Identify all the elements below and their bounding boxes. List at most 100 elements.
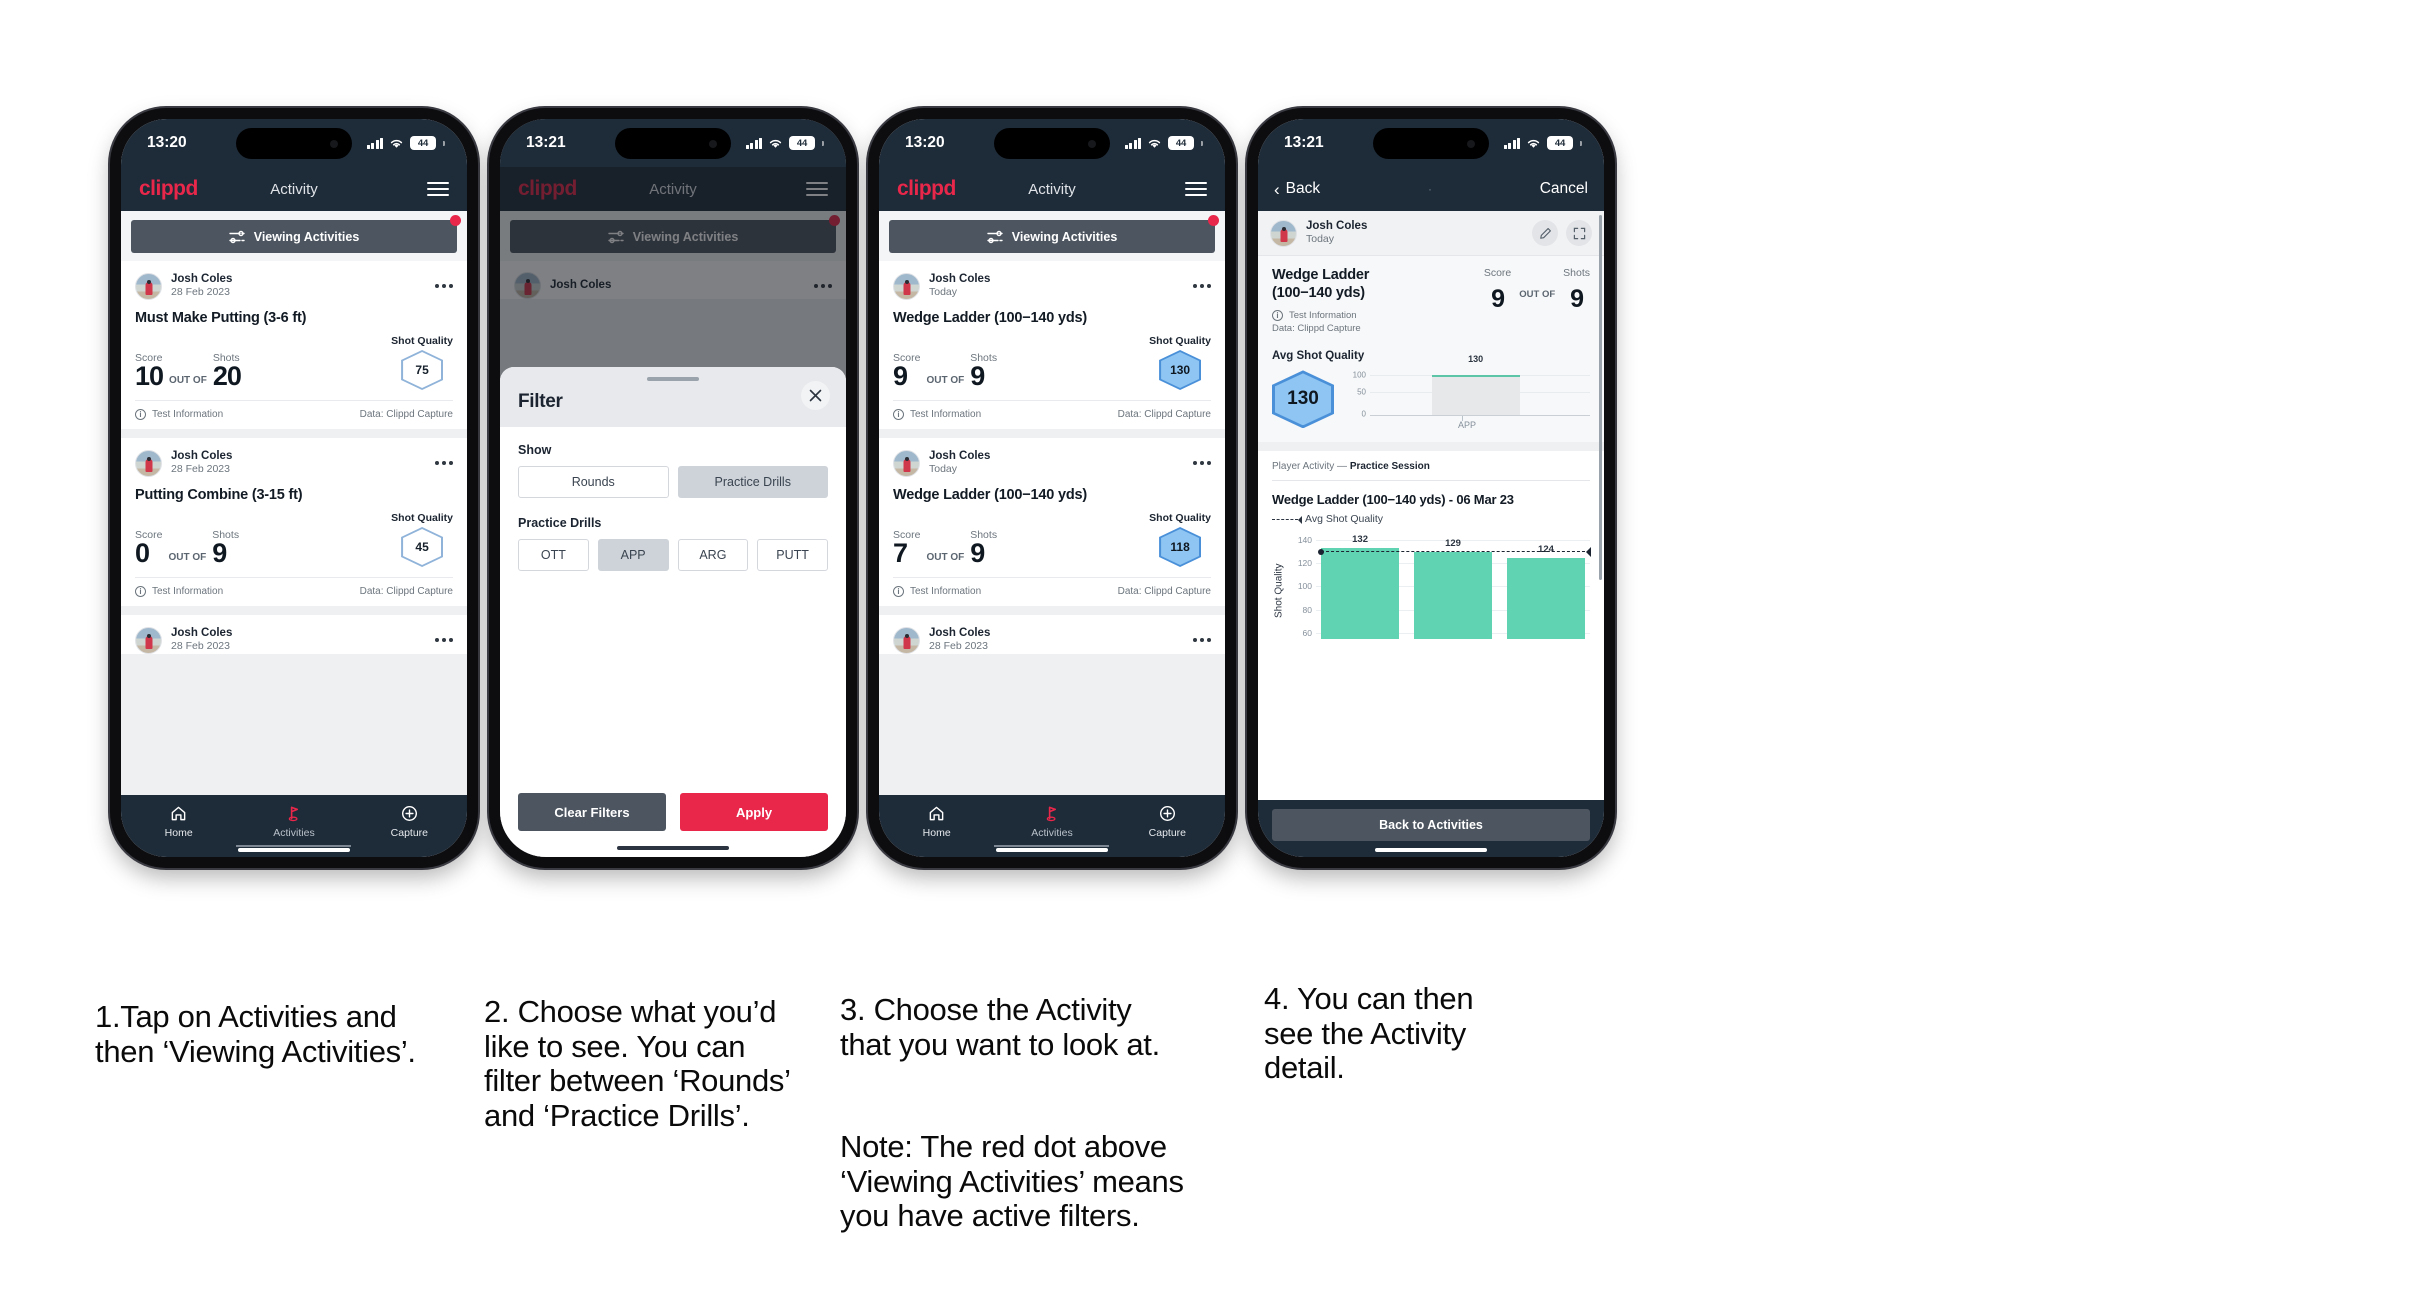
tab-home[interactable]: Home bbox=[879, 804, 994, 839]
clear-filters-button[interactable]: Clear Filters bbox=[518, 793, 666, 831]
pencil-icon[interactable] bbox=[1532, 220, 1558, 246]
info-icon: i bbox=[893, 409, 904, 421]
wifi-icon bbox=[768, 138, 783, 149]
card-stats: Score 7 OUT OF Shots 9 Shot Quality 118 bbox=[893, 505, 1211, 577]
avatar bbox=[135, 449, 162, 477]
caption-step-2: 2. Choose what you’d like to see. You ca… bbox=[484, 994, 791, 1134]
activity-date: 28 Feb 2023 bbox=[929, 640, 988, 653]
battery-tip-icon bbox=[443, 140, 445, 146]
chip-ott[interactable]: OTT bbox=[518, 539, 589, 571]
bar-3: 124 bbox=[1507, 544, 1585, 640]
tab-label: Home bbox=[922, 826, 951, 839]
phone-4-activity-detail: 13:21 44 ‹ Back · Cancel Josh Coles Toda… bbox=[1247, 108, 1615, 868]
phone-screen: 13:20 44 clippd Activity Viewing Activit… bbox=[121, 119, 467, 857]
activity-card[interactable]: Josh Coles 28 Feb 2023 Putting Combine (… bbox=[121, 438, 467, 607]
phone-2-filter-modal: 13:21 44 clippd Activity bbox=[489, 108, 857, 868]
shots-label: Shots bbox=[212, 529, 240, 542]
card-overflow-menu-icon[interactable] bbox=[435, 457, 453, 469]
battery-level: 44 bbox=[410, 136, 436, 150]
card-header: Josh Coles Today bbox=[893, 449, 1211, 477]
activity-card[interactable]: Josh Coles 28 Feb 2023 bbox=[879, 615, 1225, 655]
test-information[interactable]: i Test Information bbox=[135, 586, 223, 598]
card-divider bbox=[121, 429, 467, 439]
activity-card[interactable]: Josh Coles 28 Feb 2023 bbox=[121, 615, 467, 655]
segment-practice-drills[interactable]: Practice Drills bbox=[677, 466, 828, 498]
activity-card[interactable]: Josh Coles 28 Feb 2023 Must Make Putting… bbox=[121, 261, 467, 430]
tab-home[interactable]: Home bbox=[121, 804, 236, 839]
hamburger-menu-icon[interactable] bbox=[1185, 181, 1207, 197]
card-divider bbox=[121, 606, 467, 616]
card-overflow-menu-icon[interactable] bbox=[1193, 280, 1211, 292]
chart-y-ticks: 140 120 100 80 60 bbox=[1288, 533, 1312, 639]
detail-title: Wedge Ladder (100−140 yds) bbox=[1272, 267, 1370, 301]
test-information[interactable]: i Test Information bbox=[1272, 310, 1476, 322]
back-label: Back bbox=[1285, 180, 1321, 197]
caption-step-1: 1.Tap on Activities and then ‘Viewing Ac… bbox=[95, 999, 416, 1069]
tab-capture[interactable]: Capture bbox=[1110, 804, 1225, 839]
shot-quality-value: 130 bbox=[1161, 352, 1200, 389]
card-user: Josh Coles Today bbox=[893, 272, 990, 300]
home-indicator bbox=[238, 848, 350, 852]
activity-feed[interactable]: Josh Coles 28 Feb 2023 Must Make Putting… bbox=[121, 261, 467, 795]
test-information[interactable]: i Test Information bbox=[135, 409, 223, 421]
legend-label: Avg Shot Quality bbox=[1305, 513, 1384, 526]
shots-value: 9 bbox=[1570, 285, 1584, 314]
activity-card[interactable]: Josh Coles Today Wedge Ladder (100−140 y… bbox=[879, 261, 1225, 430]
tab-capture[interactable]: Capture bbox=[352, 804, 467, 839]
shot-quality-label: Shot Quality bbox=[1149, 512, 1211, 525]
viewing-activities-button[interactable]: Viewing Activities bbox=[889, 220, 1215, 253]
filter-bar-container: Viewing Activities bbox=[121, 211, 467, 261]
activity-card[interactable]: Josh Coles Today Wedge Ladder (100−140 y… bbox=[879, 438, 1225, 607]
viewing-activities-button[interactable]: Viewing Activities bbox=[131, 220, 457, 253]
y-tick: 50 bbox=[1357, 387, 1366, 397]
scrollbar[interactable] bbox=[1599, 215, 1602, 581]
y-tick: 0 bbox=[1361, 409, 1366, 419]
out-of-label: OUT OF bbox=[926, 375, 965, 387]
score-block: Score 0 bbox=[135, 529, 162, 567]
card-header: Josh Coles 28 Feb 2023 bbox=[135, 272, 453, 300]
chip-putt[interactable]: PUTT bbox=[757, 539, 828, 571]
cellular-signal-icon bbox=[366, 137, 383, 149]
y-tick: 100 bbox=[1297, 581, 1312, 592]
bar-label: 129 bbox=[1445, 537, 1461, 549]
shots-label: Shots bbox=[970, 352, 998, 365]
back-to-activities-button[interactable]: Back to Activities bbox=[1272, 809, 1590, 841]
status-indicators: 44 bbox=[1503, 136, 1582, 150]
activity-feed[interactable]: Josh Coles Today Wedge Ladder (100−140 y… bbox=[879, 261, 1225, 795]
tab-activities[interactable]: Activities bbox=[994, 804, 1109, 839]
wifi-icon bbox=[389, 138, 404, 149]
chip-app[interactable]: APP bbox=[597, 539, 669, 571]
shots-value: 9 bbox=[212, 538, 227, 569]
test-information[interactable]: i Test Information bbox=[893, 409, 981, 421]
sheet-drag-handle[interactable] bbox=[647, 377, 699, 381]
user-name: Josh Coles bbox=[171, 627, 233, 640]
chart-title: Wedge Ladder (100−140 yds) - 06 Mar 23 bbox=[1272, 492, 1514, 508]
shot-quality-block: Shot Quality 118 bbox=[1149, 512, 1211, 568]
close-icon[interactable] bbox=[801, 381, 830, 410]
apply-button[interactable]: Apply bbox=[680, 793, 828, 831]
home-indicator bbox=[996, 848, 1108, 852]
back-button[interactable]: ‹ Back bbox=[1274, 180, 1320, 198]
segment-rounds[interactable]: Rounds bbox=[518, 466, 669, 498]
expand-icon[interactable] bbox=[1566, 220, 1592, 246]
card-user: Josh Coles 28 Feb 2023 bbox=[893, 626, 990, 654]
card-footer: i Test Information Data: Clippd Capture bbox=[135, 400, 453, 429]
caption-step-3-note: Note: The red dot above ‘Viewing Activit… bbox=[840, 1129, 1184, 1234]
cancel-button[interactable]: Cancel bbox=[1540, 180, 1588, 198]
detail-content[interactable]: Josh Coles Today Wedge Ladder (100−140 y… bbox=[1258, 211, 1604, 800]
card-overflow-menu-icon[interactable] bbox=[435, 634, 453, 646]
hamburger-menu-icon[interactable] bbox=[427, 181, 449, 197]
battery-tip-icon bbox=[1201, 140, 1203, 146]
score-value: 7 bbox=[893, 538, 908, 569]
card-overflow-menu-icon[interactable] bbox=[1193, 634, 1211, 646]
activity-title: Wedge Ladder (100−140 yds) bbox=[893, 487, 1087, 504]
card-overflow-menu-icon[interactable] bbox=[435, 280, 453, 292]
status-time: 13:21 bbox=[1284, 134, 1324, 151]
test-information[interactable]: i Test Information bbox=[893, 586, 981, 598]
status-indicators: 44 bbox=[366, 136, 445, 150]
shots-value: 9 bbox=[970, 538, 985, 569]
chip-arg[interactable]: ARG bbox=[677, 539, 749, 571]
tab-activities[interactable]: Activities bbox=[236, 804, 351, 839]
card-overflow-menu-icon[interactable] bbox=[1193, 457, 1211, 469]
data-source: Data: Clippd Capture bbox=[1117, 409, 1211, 421]
